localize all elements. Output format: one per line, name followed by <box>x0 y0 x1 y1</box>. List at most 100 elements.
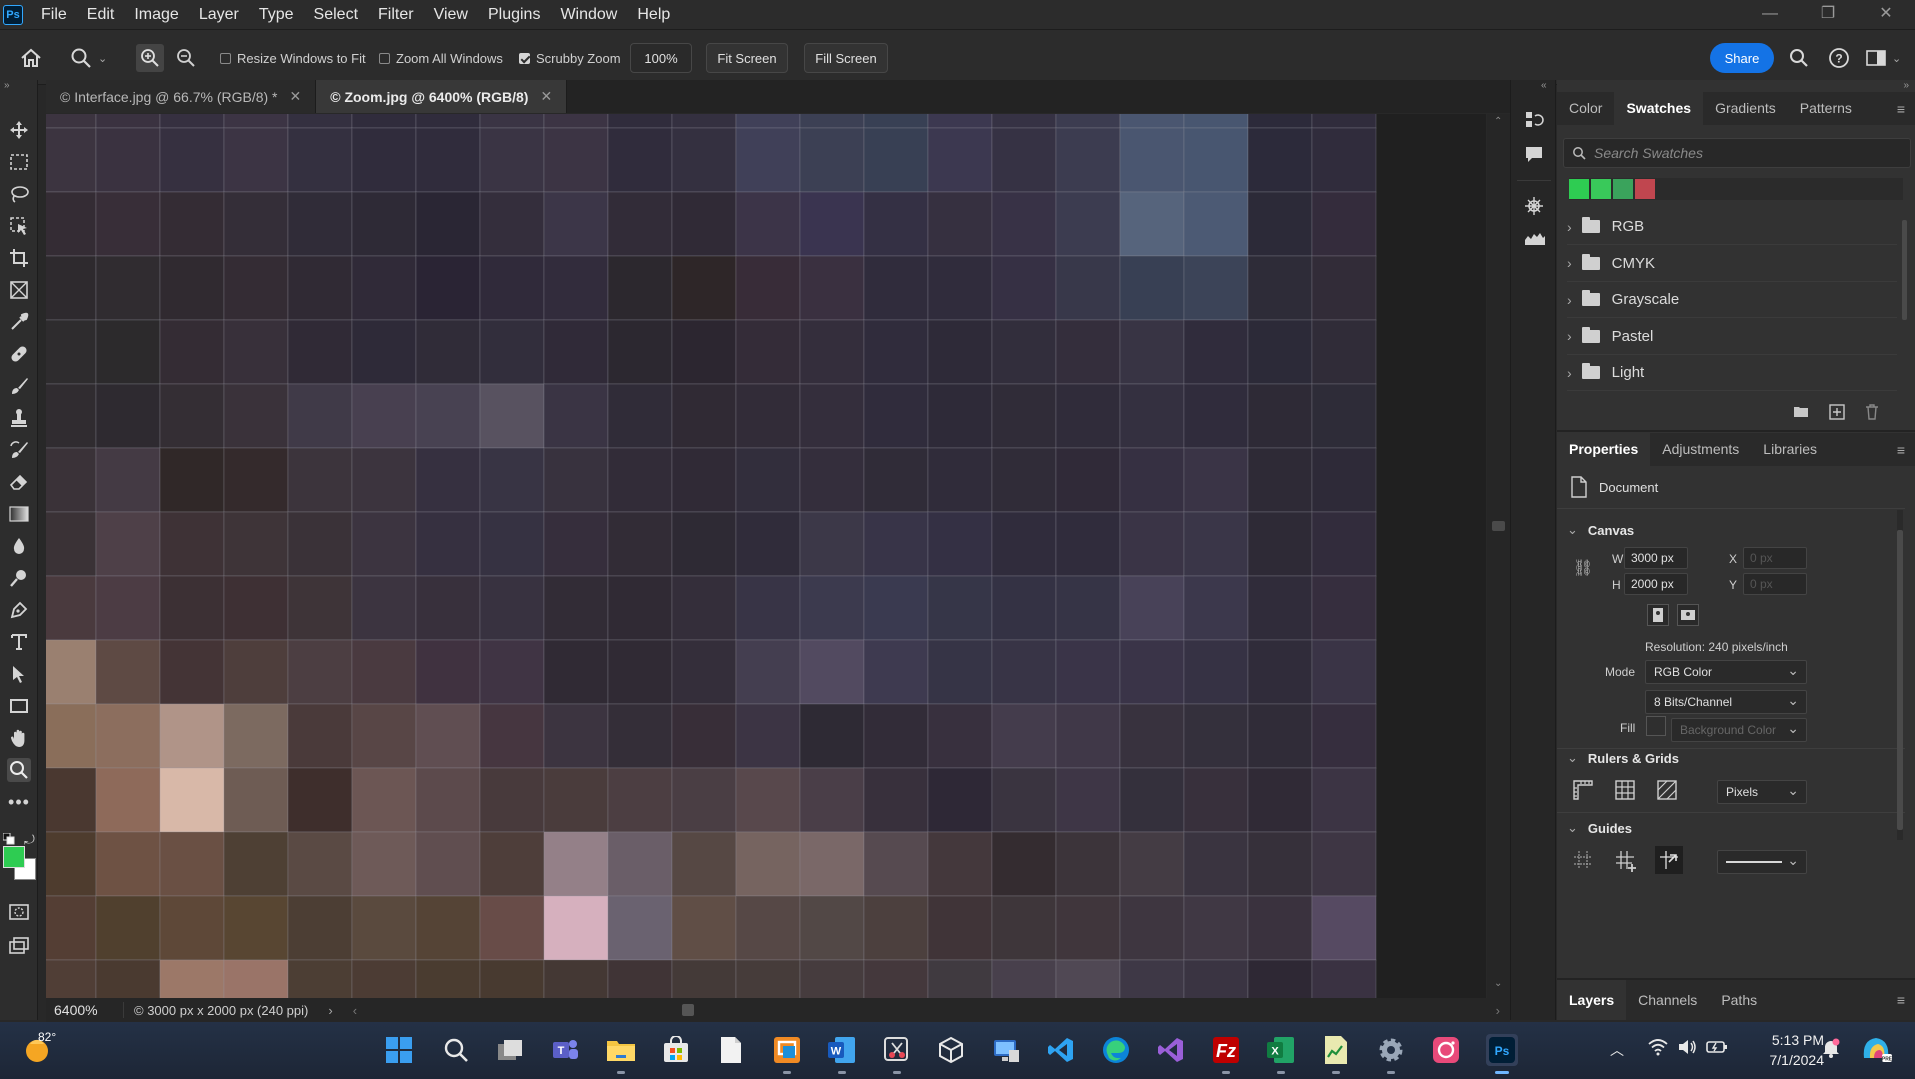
image-pixel[interactable] <box>799 127 865 193</box>
image-pixel[interactable] <box>1055 191 1121 257</box>
image-pixel[interactable] <box>1183 447 1249 513</box>
image-pixel[interactable] <box>415 191 481 257</box>
ruler-units-select[interactable]: Pixels <box>1717 780 1807 804</box>
image-pixel[interactable] <box>927 703 993 769</box>
swap-colors-icon[interactable]: ⤾ <box>24 832 35 848</box>
image-pixel[interactable] <box>863 511 929 577</box>
image-pixel[interactable] <box>991 319 1057 385</box>
minimize-icon[interactable]: — <box>1741 0 1799 29</box>
image-pixel[interactable] <box>1055 639 1121 705</box>
image-pixel[interactable] <box>479 703 545 769</box>
sheets-app[interactable] <box>1320 1034 1352 1074</box>
image-pixel[interactable] <box>287 319 353 385</box>
image-pixel[interactable] <box>863 319 929 385</box>
image-pixel[interactable] <box>351 114 417 129</box>
zoom-all-windows-checkbox[interactable]: Zoom All Windows <box>379 30 503 86</box>
image-pixel[interactable] <box>287 255 353 321</box>
scroll-right-icon[interactable]: › <box>1496 1003 1500 1018</box>
image-pixel[interactable] <box>863 703 929 769</box>
image-pixel[interactable] <box>46 767 97 833</box>
image-pixel[interactable] <box>543 959 609 998</box>
image-pixel[interactable] <box>991 639 1057 705</box>
tab-paths[interactable]: Paths <box>1709 980 1769 1020</box>
image-pixel[interactable] <box>1183 959 1249 998</box>
image-pixel[interactable] <box>927 447 993 513</box>
image-pixel[interactable] <box>991 447 1057 513</box>
image-pixel[interactable] <box>95 575 161 641</box>
image-pixel[interactable] <box>223 319 289 385</box>
image-pixel[interactable] <box>287 575 353 641</box>
image-pixel[interactable] <box>415 639 481 705</box>
canvas-y-field[interactable]: 0 px <box>1743 573 1807 595</box>
teams-app[interactable]: T <box>549 1034 581 1066</box>
fit-screen-button[interactable]: Fit Screen <box>706 43 788 73</box>
image-pixel[interactable] <box>223 127 289 193</box>
image-pixel[interactable] <box>1055 511 1121 577</box>
virtualbox-app[interactable] <box>935 1034 967 1066</box>
image-pixel[interactable] <box>479 255 545 321</box>
image-pixel[interactable] <box>735 191 801 257</box>
image-pixel[interactable] <box>159 383 225 449</box>
image-pixel[interactable] <box>735 959 801 998</box>
clone-stamp-tool[interactable] <box>7 406 31 430</box>
eyedropper-tool[interactable] <box>7 310 31 334</box>
image-pixel[interactable] <box>415 383 481 449</box>
image-pixel[interactable] <box>671 191 737 257</box>
image-pixel[interactable] <box>1119 703 1185 769</box>
image-pixel[interactable] <box>863 127 929 193</box>
image-pixel[interactable] <box>607 767 673 833</box>
brush-tool[interactable] <box>7 374 31 398</box>
image-pixel[interactable] <box>543 703 609 769</box>
more-tools-button[interactable]: ••• <box>7 790 31 814</box>
tab-gradients[interactable]: Gradients <box>1703 92 1788 125</box>
image-pixel[interactable] <box>927 255 993 321</box>
swatches-scrollbar[interactable] <box>1902 220 1907 320</box>
image-pixel[interactable] <box>991 703 1057 769</box>
quick-mask-button[interactable] <box>7 900 31 924</box>
image-pixel[interactable] <box>735 895 801 961</box>
menu-window[interactable]: Window <box>550 0 627 29</box>
image-pixel[interactable] <box>927 895 993 961</box>
image-pixel[interactable] <box>479 575 545 641</box>
image-pixel[interactable] <box>799 511 865 577</box>
image-pixel[interactable] <box>543 255 609 321</box>
image-pixel[interactable] <box>1055 127 1121 193</box>
image-pixel[interactable] <box>287 447 353 513</box>
image-pixel[interactable] <box>159 703 225 769</box>
image-pixel[interactable] <box>863 639 929 705</box>
image-pixel[interactable] <box>607 255 673 321</box>
image-pixel[interactable] <box>1119 319 1185 385</box>
image-pixel[interactable] <box>863 191 929 257</box>
landscape-orientation-button[interactable] <box>1677 604 1699 626</box>
image-pixel[interactable] <box>479 511 545 577</box>
image-pixel[interactable] <box>671 383 737 449</box>
image-pixel[interactable] <box>543 831 609 897</box>
image-pixel[interactable] <box>1247 255 1313 321</box>
image-pixel[interactable] <box>223 383 289 449</box>
image-pixel[interactable] <box>799 767 865 833</box>
image-pixel[interactable] <box>95 255 161 321</box>
notepad-app[interactable] <box>715 1034 747 1066</box>
gradient-tool[interactable] <box>7 502 31 526</box>
image-pixel[interactable] <box>351 191 417 257</box>
guide-style-select[interactable] <box>1717 850 1807 874</box>
image-pixel[interactable] <box>1247 639 1313 705</box>
image-pixel[interactable] <box>607 447 673 513</box>
image-pixel[interactable] <box>287 895 353 961</box>
menu-plugins[interactable]: Plugins <box>478 0 550 29</box>
new-guide-layout-button[interactable] <box>1615 850 1637 875</box>
scrubby-zoom-check[interactable] <box>519 52 530 64</box>
image-pixel[interactable] <box>1119 639 1185 705</box>
image-pixel[interactable] <box>415 114 481 129</box>
image-pixel[interactable] <box>1311 575 1377 641</box>
tab-zoom-jpg[interactable]: © Zoom.jpg @ 6400% (RGB/8) ✕ <box>316 80 568 113</box>
image-pixel[interactable] <box>479 383 545 449</box>
image-pixel[interactable] <box>1311 511 1377 577</box>
image-pixel[interactable] <box>1119 767 1185 833</box>
image-pixel[interactable] <box>1055 703 1121 769</box>
image-pixel[interactable] <box>863 255 929 321</box>
image-pixel[interactable] <box>1119 959 1185 998</box>
settings-app[interactable] <box>1375 1034 1407 1074</box>
image-pixel[interactable] <box>607 191 673 257</box>
image-pixel[interactable] <box>991 511 1057 577</box>
